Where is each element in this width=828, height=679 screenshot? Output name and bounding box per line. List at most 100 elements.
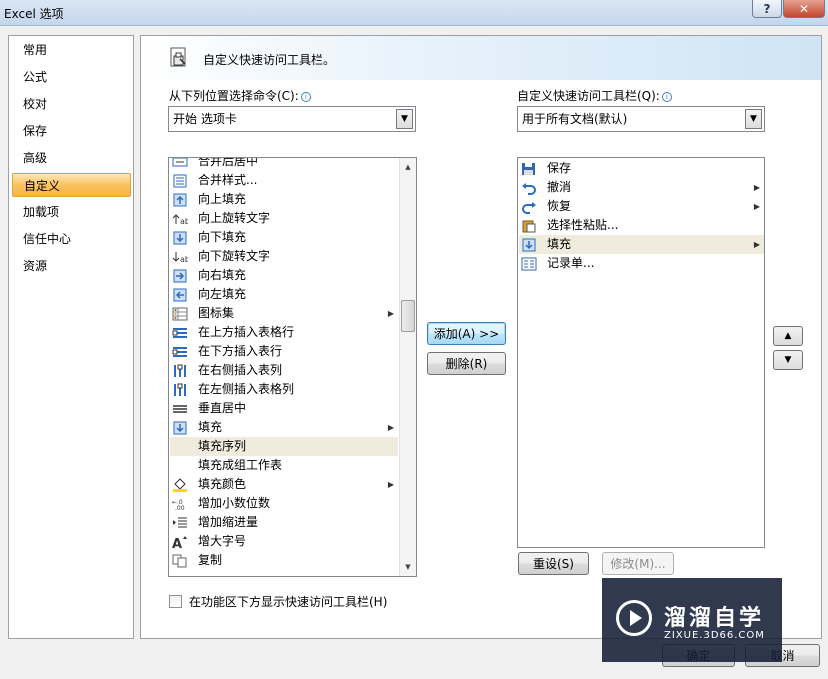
list-item[interactable]: 填充序列 xyxy=(170,437,398,456)
reset-button[interactable]: 重设(S) xyxy=(518,552,589,575)
list-item-label: 填充颜色 xyxy=(198,477,247,491)
list-item-label: 保存 xyxy=(547,161,572,175)
close-button[interactable]: ✕ xyxy=(783,0,825,18)
list-item[interactable]: ab 向下旋转文字 xyxy=(170,247,398,266)
list-item[interactable]: 垂直居中 xyxy=(170,399,398,418)
toolbar-list[interactable]: 保存撤消 ▶ 恢复 ▶ 选择性粘贴... 填充 ▶ 记录单... xyxy=(517,157,765,548)
rotate-text-up-icon: ab xyxy=(172,212,190,226)
list-item[interactable]: 撤消 ▶ xyxy=(519,178,764,197)
submenu-arrow-icon: ▶ xyxy=(753,240,760,249)
redo-icon xyxy=(521,200,537,214)
submenu-arrow-icon: ▶ xyxy=(753,202,760,211)
blank-icon xyxy=(172,459,188,473)
scroll-down-icon[interactable]: ▼ xyxy=(400,559,416,575)
list-item[interactable]: 在上方插入表格行 xyxy=(170,323,398,342)
list-item[interactable]: 保存 xyxy=(519,159,764,178)
list-item[interactable]: 复制 xyxy=(170,551,398,570)
show-below-ribbon-label[interactable]: 在功能区下方显示快速访问工具栏(H) xyxy=(189,593,387,610)
grow-font-icon: A xyxy=(172,535,188,552)
nav-item[interactable]: 常用 xyxy=(12,38,131,62)
insert-row-above-icon xyxy=(172,326,188,340)
choose-commands-value: 开始 选项卡 xyxy=(173,112,237,126)
nav-item[interactable]: 高级 xyxy=(12,146,131,170)
list-item-label: 向下旋转文字 xyxy=(198,249,271,263)
window-title: Excel 选项 xyxy=(4,7,64,21)
list-item[interactable]: 合并样式... xyxy=(170,171,398,190)
remove-button[interactable]: 删除(R) xyxy=(427,352,506,375)
chevron-down-icon[interactable]: ▼ xyxy=(745,109,762,129)
list-item[interactable]: 填充 ▶ xyxy=(170,418,398,437)
section-header: 自定义快速访问工具栏。 xyxy=(141,36,821,80)
list-item-label: 向左填充 xyxy=(198,287,247,301)
nav-item[interactable]: 资源 xyxy=(12,254,131,278)
list-item-label: 填充成组工作表 xyxy=(198,458,283,472)
list-item[interactable]: 向下填充 xyxy=(170,228,398,247)
blank-icon xyxy=(172,440,188,454)
fill-up-icon xyxy=(172,193,188,207)
list-item-label: 填充 xyxy=(198,420,223,434)
arrow-up-icon: ▲ xyxy=(784,331,792,341)
list-item[interactable]: 向上填充 xyxy=(170,190,398,209)
info-icon: i xyxy=(661,92,672,102)
commands-scrollbar[interactable]: ▲ ▼ xyxy=(399,158,416,576)
modify-button[interactable]: 修改(M)... xyxy=(602,552,674,575)
list-item-label: 增加缩进量 xyxy=(198,515,259,529)
list-item[interactable]: 填充成组工作表 xyxy=(170,456,398,475)
choose-commands-text: 从下列位置选择命令(C): xyxy=(169,89,299,103)
chevron-down-icon[interactable]: ▼ xyxy=(396,109,413,129)
list-item[interactable]: 填充 ▶ xyxy=(519,235,764,254)
list-item[interactable]: 合并后居中 xyxy=(170,158,398,171)
commands-list[interactable]: ▲ ▼ 合并后居中合并样式... 向上填充 ab 向上旋转文字向下填充 ab 向下旋转文字… xyxy=(168,157,417,577)
list-item[interactable]: 记录单... xyxy=(519,254,764,273)
nav-item[interactable]: 保存 xyxy=(12,119,131,143)
watermark: 溜溜自学 ZIXUE.3D66.COM xyxy=(602,578,782,662)
list-item-label: 在下方插入表行 xyxy=(198,344,283,358)
list-item[interactable]: ←.0.00 增加小数位数 xyxy=(170,494,398,513)
play-triangle-icon xyxy=(630,610,642,626)
show-below-ribbon-checkbox[interactable] xyxy=(169,595,182,608)
list-item-label: 向下填充 xyxy=(198,230,247,244)
svg-text:.00: .00 xyxy=(175,505,185,511)
list-item[interactable]: 向右填充 xyxy=(170,266,398,285)
scroll-up-icon[interactable]: ▲ xyxy=(400,159,416,175)
scroll-thumb[interactable] xyxy=(401,300,415,332)
list-item[interactable]: 向左填充 xyxy=(170,285,398,304)
move-down-button[interactable]: ▼ xyxy=(773,350,803,370)
list-item-label: 向上填充 xyxy=(198,192,247,206)
move-up-button[interactable]: ▲ xyxy=(773,326,803,346)
list-item[interactable]: 在左侧插入表格列 xyxy=(170,380,398,399)
nav-item[interactable]: 信任中心 xyxy=(12,227,131,251)
paste-special-icon xyxy=(521,219,537,233)
nav-item[interactable]: 加载项 xyxy=(12,200,131,224)
arrow-down-icon: ▼ xyxy=(784,355,792,365)
close-icon: ✕ xyxy=(798,1,810,16)
nav-item[interactable]: 公式 xyxy=(12,65,131,89)
list-item[interactable]: 图标集 ▶ xyxy=(170,304,398,323)
choose-commands-combo[interactable]: 开始 选项卡 ▼ xyxy=(168,106,416,132)
list-item[interactable]: 填充颜色 ▶ xyxy=(170,475,398,494)
list-item-label: 填充序列 xyxy=(198,439,247,453)
fill-icon xyxy=(172,421,188,435)
svg-text:ab: ab xyxy=(180,255,188,264)
insert-row-below-icon xyxy=(172,345,188,359)
svg-text:ab: ab xyxy=(180,217,188,226)
rotate-text-down-icon: ab xyxy=(172,250,190,264)
list-item-label: 图标集 xyxy=(198,306,235,320)
options-nav: 常用公式校对保存高级自定义加载项信任中心资源 xyxy=(8,35,134,639)
list-item[interactable]: 恢复 ▶ xyxy=(519,197,764,216)
list-item[interactable]: 在下方插入表行 xyxy=(170,342,398,361)
list-item[interactable]: 在右侧插入表列 xyxy=(170,361,398,380)
list-item[interactable]: 增加缩进量 xyxy=(170,513,398,532)
list-item-label: 填充 xyxy=(547,237,572,251)
list-item[interactable]: 选择性粘贴... xyxy=(519,216,764,235)
nav-item[interactable]: 校对 xyxy=(12,92,131,116)
submenu-arrow-icon: ▶ xyxy=(753,183,760,192)
list-item-label: 向右填充 xyxy=(198,268,247,282)
nav-item[interactable]: 自定义 xyxy=(12,173,131,197)
list-item[interactable]: ab 向上旋转文字 xyxy=(170,209,398,228)
help-button[interactable]: ? xyxy=(752,0,782,18)
customize-toolbar-combo[interactable]: 用于所有文档(默认) ▼ xyxy=(517,106,765,132)
list-item-label: 复制 xyxy=(198,553,223,567)
add-button[interactable]: 添加(A) >> xyxy=(427,322,506,345)
list-item[interactable]: A 增大字号 xyxy=(170,532,398,552)
